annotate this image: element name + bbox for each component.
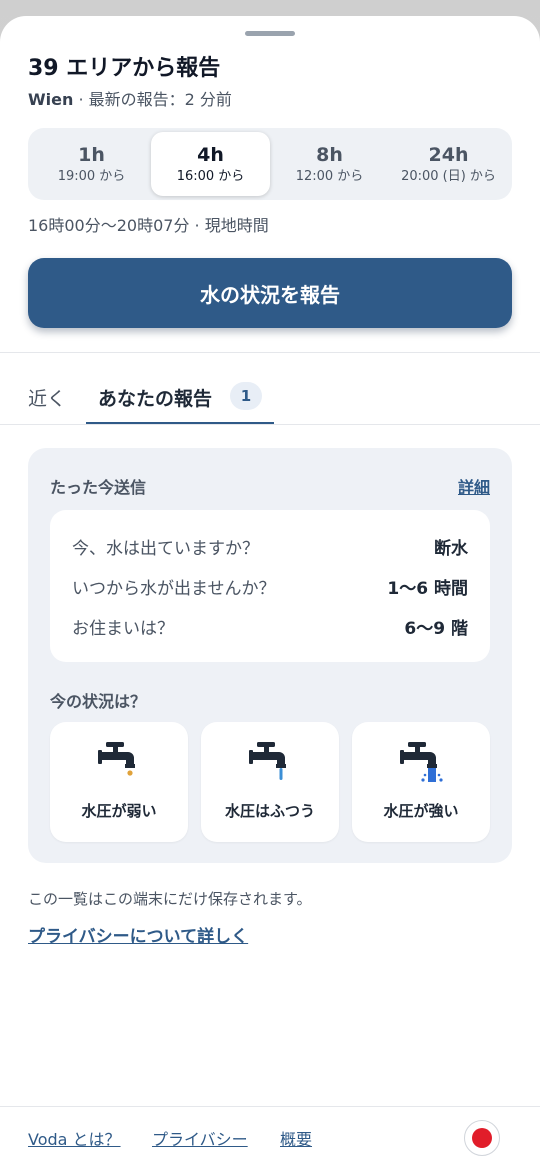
time-range-text: 16時00分～20時07分 · 現地時間 (28, 216, 269, 235)
pressure-strong-button[interactable]: 水圧が強い (352, 722, 490, 842)
sheet-drag-handle[interactable] (245, 31, 295, 36)
faucet-flow-icon (249, 742, 286, 780)
footer-overview-link[interactable]: 概要 (280, 1126, 312, 1150)
answer-value: 断水 (434, 538, 468, 559)
answer-row: いつから水が出ませんか？ 1〜6 時間 (72, 572, 468, 600)
answer-question: いつから水が出ませんか？ (72, 578, 276, 599)
page-subtitle: Wien · 最新の報告：2 分前 (28, 86, 232, 110)
answers-panel: 今、水は出ていますか？ 断水 いつから水が出ませんか？ 1〜6 時間 お住まいは… (50, 510, 490, 662)
segment-sub: 12:00 から (295, 168, 364, 184)
segment-24h[interactable]: 24h 20:00 (日) から (389, 132, 508, 196)
pressure-options: 水圧が弱い 水圧はふつう 水圧が強い (50, 722, 490, 842)
divider (0, 424, 540, 425)
segment-label: 1h (78, 143, 105, 166)
answer-question: お住まいは？ (72, 618, 174, 639)
pressure-normal-button[interactable]: 水圧はふつう (201, 722, 339, 842)
segment-sub: 19:00 から (57, 168, 126, 184)
pressure-weak-button[interactable]: 水圧が弱い (50, 722, 188, 842)
page-title: 39 エリアから報告 (28, 56, 221, 81)
storage-note: この一覧はこの端末にだけ保存されます。 (28, 890, 312, 908)
segment-label: 8h (316, 143, 343, 166)
faucet-drip-icon (98, 742, 135, 776)
segment-label: 4h (197, 143, 224, 166)
report-sent-heading: たった今送信 (50, 478, 147, 497)
language-button[interactable] (464, 1120, 500, 1156)
my-report-card: たった今送信 詳細 今、水は出ていますか？ 断水 いつから水が出ませんか？ 1〜… (28, 448, 512, 863)
segment-sub: 20:00 (日) から (401, 168, 496, 184)
bottom-sheet: 39 エリアから報告 Wien · 最新の報告：2 分前 1h 19:00 から… (0, 16, 540, 1169)
answer-question: 今、水は出ていますか？ (72, 538, 259, 559)
answer-row: お住まいは？ 6〜9 階 (72, 612, 468, 640)
japan-flag-icon (472, 1128, 492, 1148)
report-water-button[interactable]: 水の状況を報告 (28, 258, 512, 328)
segment-8h[interactable]: 8h 12:00 から (270, 132, 389, 196)
tab-near[interactable]: 近く (28, 384, 66, 411)
detail-link[interactable]: 詳細 (458, 474, 490, 498)
privacy-details-link[interactable]: プライバシーについて詳しく (28, 922, 248, 947)
tab-my-reports[interactable]: あなたの報告 1 (86, 366, 274, 424)
faucet-strong-icon (400, 742, 443, 782)
status-question: 今の状況は？ (50, 692, 147, 711)
footer-about-link[interactable]: Voda とは？ (28, 1126, 121, 1150)
divider (0, 352, 540, 353)
segment-1h[interactable]: 1h 19:00 から (32, 132, 151, 196)
tab-bar: 近く あなたの報告 1 (0, 366, 540, 424)
footer-privacy-link[interactable]: プライバシー (152, 1126, 248, 1150)
count-badge: 1 (230, 382, 262, 410)
tab-my-reports-label: あなたの報告 (98, 388, 213, 410)
footer-divider (0, 1106, 540, 1107)
answer-row: 今、水は出ていますか？ 断水 (72, 532, 468, 560)
segment-sub: 16:00 から (176, 168, 245, 184)
time-window-selector: 1h 19:00 から 4h 16:00 から 8h 12:00 から 24h … (28, 128, 512, 200)
segment-4h[interactable]: 4h 16:00 から (151, 132, 270, 196)
segment-label: 24h (428, 143, 469, 166)
last-report-text: · 最新の報告：2 分前 (73, 90, 232, 109)
pressure-weak-label: 水圧が弱い (81, 802, 157, 820)
pressure-strong-label: 水圧が強い (383, 802, 459, 820)
answer-value: 1〜6 時間 (387, 578, 468, 599)
pressure-normal-label: 水圧はふつう (224, 802, 315, 820)
city-name: Wien (28, 90, 74, 109)
answer-value: 6〜9 階 (404, 618, 468, 639)
